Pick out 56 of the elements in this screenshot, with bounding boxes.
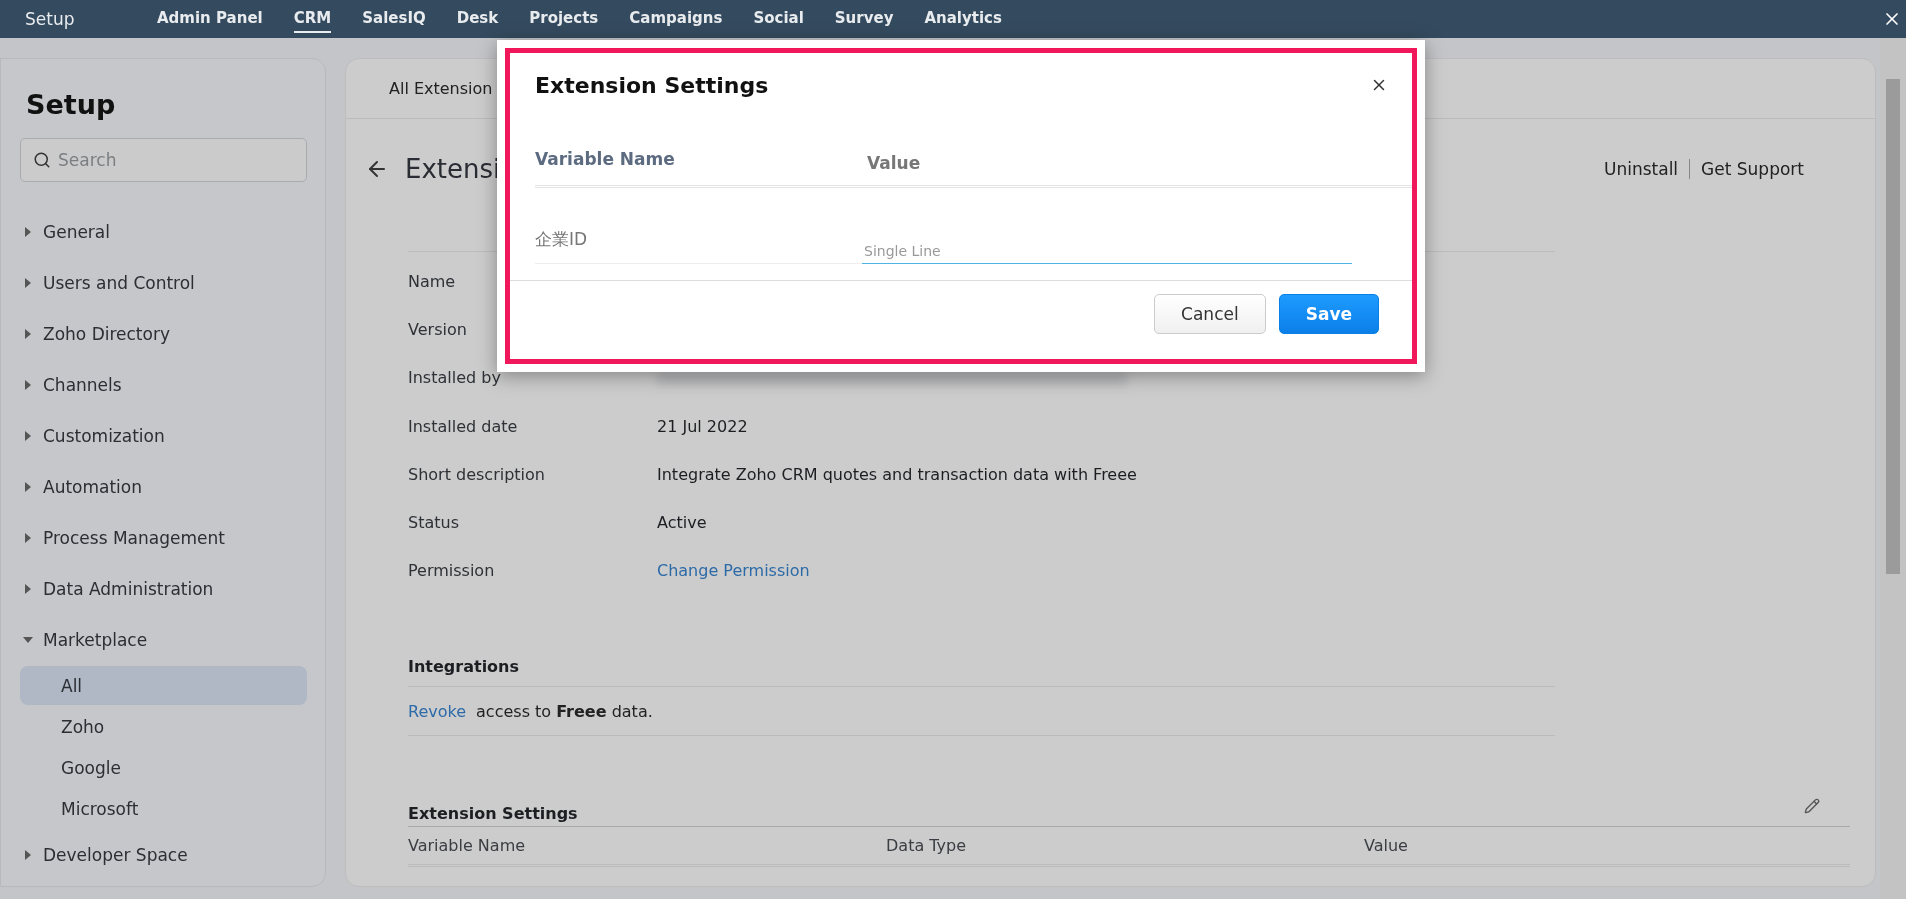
nav-tab[interactable]: Social — [753, 5, 804, 33]
nav-tab[interactable]: Survey — [834, 5, 894, 33]
detail-label: Version — [408, 319, 468, 339]
sidebar-item[interactable]: Marketplace — [20, 614, 307, 665]
detail-label: Short description — [408, 464, 546, 484]
sidebar-item[interactable]: General — [20, 206, 307, 257]
detail-label: Installed date — [408, 416, 519, 436]
sidebar-item[interactable]: Users and Control — [20, 257, 307, 308]
header-link[interactable]: Get Support — [1690, 159, 1815, 179]
section-title: Extension Settings — [408, 802, 578, 825]
sidebar-subitem[interactable]: Google — [20, 748, 307, 787]
cancel-button[interactable]: Cancel — [1154, 294, 1266, 334]
integration-text: access to Freee data. — [476, 701, 653, 721]
detail-label: Status — [408, 513, 460, 533]
nav-tab[interactable]: Analytics — [924, 5, 1002, 33]
sidebar-item[interactable]: Zoho Directory — [20, 308, 307, 359]
sidebar-title: Setup — [26, 89, 117, 120]
scrollbar[interactable] — [1880, 38, 1906, 899]
app-title: Setup — [25, 9, 76, 29]
sidebar-item[interactable]: Developer Space — [20, 829, 307, 880]
sidebar-item[interactable]: Automation — [20, 461, 307, 512]
nav-tab[interactable]: CRM — [293, 5, 332, 33]
nav-tab[interactable]: Projects — [529, 5, 599, 33]
detail-value: Active — [657, 513, 707, 533]
header-link[interactable]: Uninstall — [1593, 159, 1690, 179]
sidebar-item[interactable]: Data Administration — [20, 563, 307, 614]
page-heading: Extensi — [405, 154, 501, 184]
detail-label: Permission — [408, 561, 496, 581]
sidebar-item[interactable]: Customization — [20, 410, 307, 461]
nav-tab[interactable]: Campaigns — [629, 5, 723, 33]
revoke-link[interactable]: Revoke — [408, 701, 467, 721]
detail-label: Installed by — [408, 368, 502, 388]
sidebar-item[interactable]: Process Management — [20, 512, 307, 563]
detail-label: Name — [408, 271, 457, 291]
column-header: Variable Name — [535, 149, 676, 169]
column-header: Data Type — [886, 836, 968, 856]
variable-name: 企業ID — [535, 228, 862, 264]
permission-link[interactable]: Change Permission — [657, 561, 810, 581]
nav-tab[interactable]: Admin Panel — [157, 5, 263, 33]
detail-value: 21 Jul 2022 — [657, 416, 748, 436]
sidebar-item[interactable]: Channels — [20, 359, 307, 410]
dialog-title: Extension Settings — [535, 72, 769, 98]
detail-value: Integrate Zoho CRM quotes and transaction data with Freee — [657, 464, 1137, 484]
search-field[interactable]: Search — [20, 138, 307, 182]
sidebar-subitem[interactable]: Microsoft — [20, 789, 307, 828]
sidebar-subitem[interactable]: All — [20, 666, 307, 705]
column-header: Value — [1364, 836, 1409, 856]
column-header: Value — [867, 153, 921, 173]
edit-icon[interactable] — [1804, 798, 1820, 815]
extensions-tab[interactable]: All Extension — [389, 79, 493, 98]
search-icon — [33, 151, 51, 169]
nav-tab[interactable]: Desk — [456, 5, 499, 33]
sidebar-subitem[interactable]: Zoho — [20, 707, 307, 746]
nav-tab[interactable]: SalesIQ — [362, 5, 426, 33]
column-header: Variable Name — [408, 836, 527, 856]
section-title: Integrations — [408, 655, 521, 678]
